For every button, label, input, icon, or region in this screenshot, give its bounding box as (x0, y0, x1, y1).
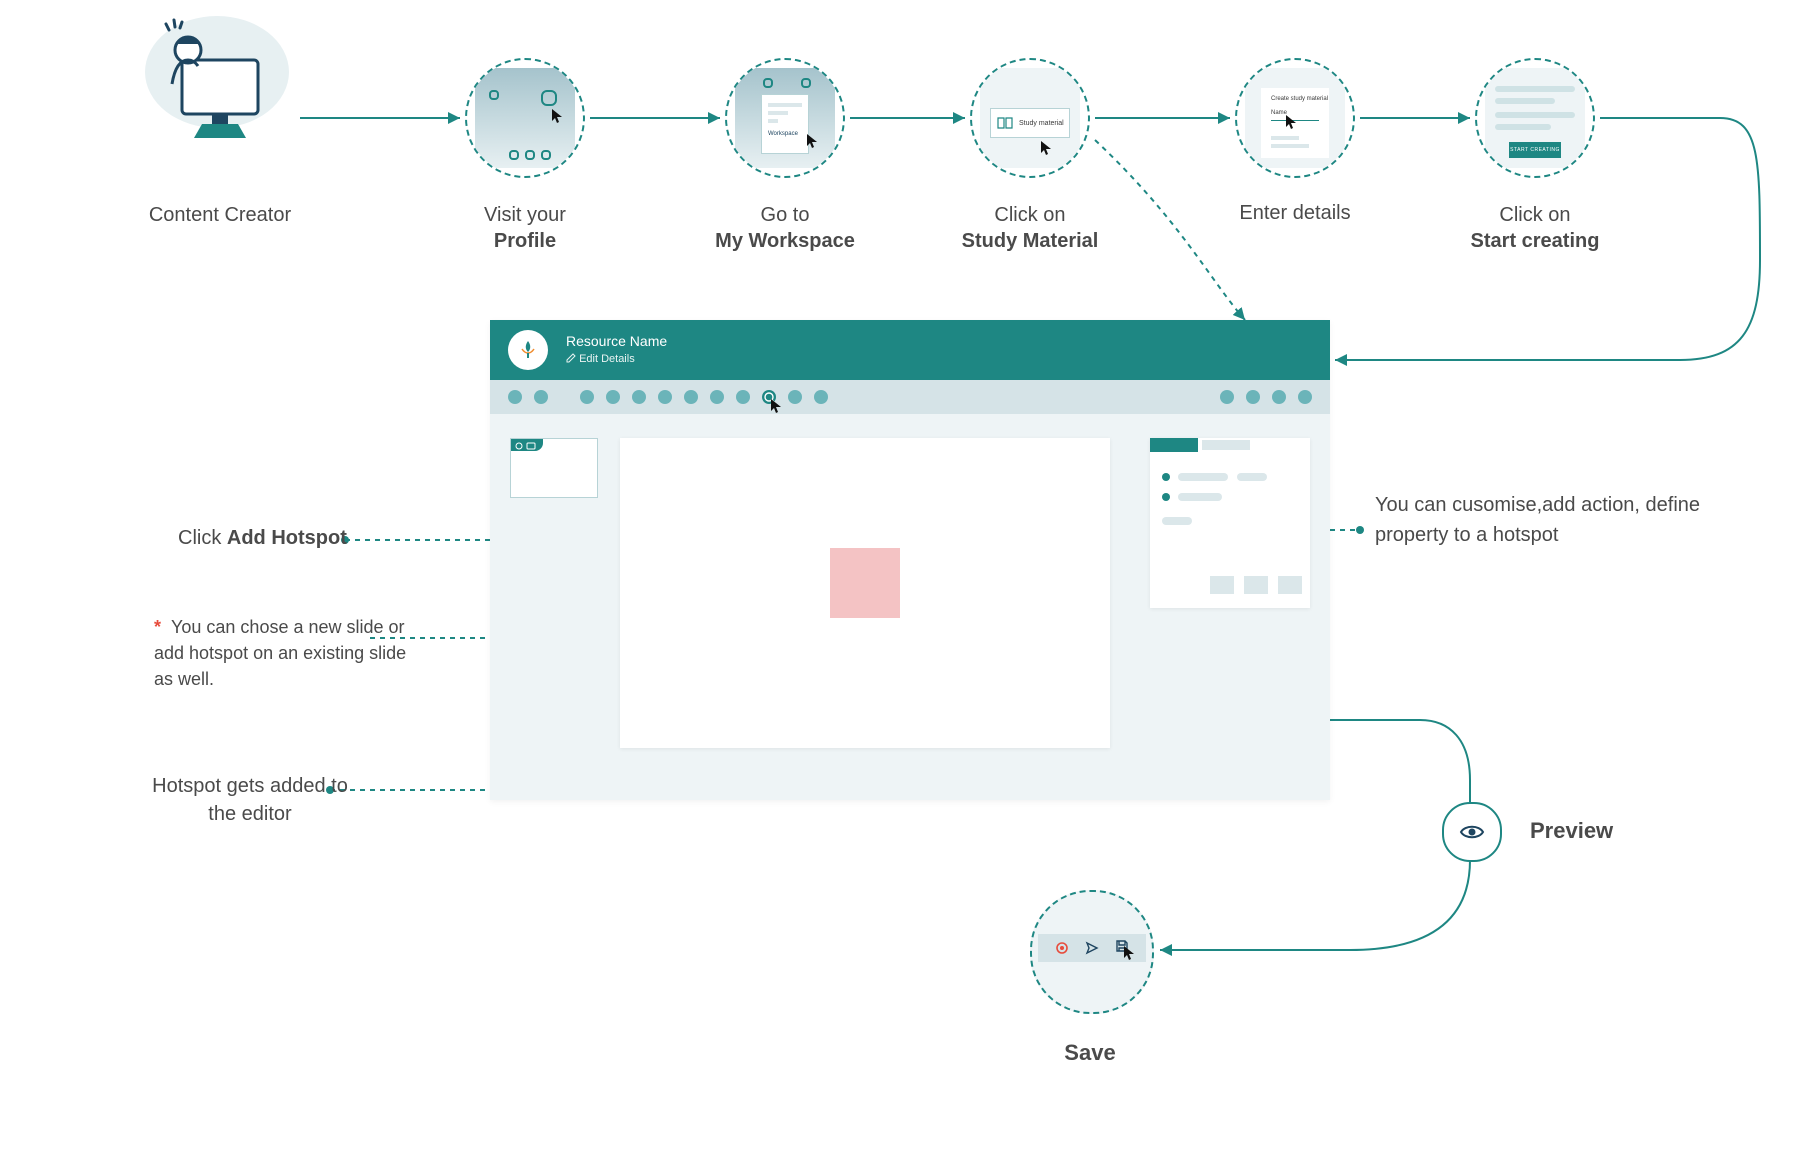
toolbar-dot[interactable] (684, 390, 698, 404)
slide-thumbnail[interactable] (510, 438, 598, 498)
panel-buttons (1210, 576, 1302, 594)
toolbar-dot[interactable] (1272, 390, 1286, 404)
eye-icon (1459, 823, 1485, 841)
editor-toolbar (490, 380, 1330, 414)
workspace-mini-label: Workspace (768, 131, 798, 137)
properties-panel (1150, 438, 1310, 608)
toolbar-dot[interactable] (1220, 390, 1234, 404)
toolbar-dot[interactable] (788, 390, 802, 404)
toolbar-dot[interactable] (710, 390, 724, 404)
edit-icon (566, 353, 576, 363)
details-mini-title: Create study material (1271, 96, 1328, 102)
step-label-details: Enter details (1195, 200, 1395, 226)
toolbar-dot[interactable] (1298, 390, 1312, 404)
help-icon[interactable] (1055, 941, 1069, 955)
creator-illustration (140, 10, 300, 150)
preview-label: Preview (1530, 818, 1613, 844)
editor-window: Resource Name Edit Details (490, 320, 1330, 800)
toolbar-dot[interactable] (534, 390, 548, 404)
toolbar-dot[interactable] (606, 390, 620, 404)
send-icon[interactable] (1085, 941, 1099, 955)
preview-button[interactable] (1442, 802, 1502, 862)
callout-slide-note: * You can chose a new slide or add hotsp… (154, 614, 414, 692)
callout-hotspot-added: Hotspot gets added to the editor (140, 772, 360, 828)
step-circle-start: START CREATING (1475, 58, 1595, 178)
resource-title: Resource Name (566, 332, 667, 350)
step-label-start: Click onStart creating (1435, 202, 1635, 254)
step-circle-save (1030, 890, 1154, 1014)
step-label-profile: Visit yourProfile (425, 202, 625, 254)
callout-customise: You can cusomise,add action, define prop… (1375, 490, 1705, 550)
step-label-creator: Content Creator (120, 202, 320, 228)
toolbar-dot[interactable] (632, 390, 646, 404)
toolbar-dot[interactable] (736, 390, 750, 404)
step-circle-workspace: Workspace (725, 58, 845, 178)
callout-add-hotspot: Click Add Hotspot (178, 527, 347, 550)
hotspot-rectangle[interactable] (830, 548, 900, 618)
editor-canvas[interactable] (620, 438, 1110, 748)
toolbar-dot[interactable] (508, 390, 522, 404)
panel-button[interactable] (1244, 576, 1268, 594)
toolbar-dot[interactable] (814, 390, 828, 404)
toolbar-add-hotspot[interactable] (762, 390, 776, 404)
step-circle-profile (465, 58, 585, 178)
editor-titlebar: Resource Name Edit Details (490, 320, 1330, 380)
step-label-workspace: Go toMy Workspace (685, 202, 885, 254)
step-circle-details: Create study material Name (1235, 58, 1355, 178)
step-label-study: Click onStudy Material (930, 202, 1130, 254)
save-label: Save (1040, 1040, 1140, 1066)
diksha-logo-icon (517, 339, 539, 361)
logo-disc (508, 330, 548, 370)
panel-button[interactable] (1278, 576, 1302, 594)
toolbar-dot[interactable] (658, 390, 672, 404)
panel-tab[interactable] (1202, 440, 1250, 450)
study-mini-label: Study material (1019, 120, 1064, 127)
panel-button[interactable] (1210, 576, 1234, 594)
step-circle-study: Study material (970, 58, 1090, 178)
start-mini-button: START CREATING (1509, 142, 1561, 158)
panel-tab-active[interactable] (1150, 438, 1198, 452)
edit-details-link[interactable]: Edit Details (579, 353, 635, 365)
toolbar-dot[interactable] (1246, 390, 1260, 404)
toolbar-dot[interactable] (580, 390, 594, 404)
